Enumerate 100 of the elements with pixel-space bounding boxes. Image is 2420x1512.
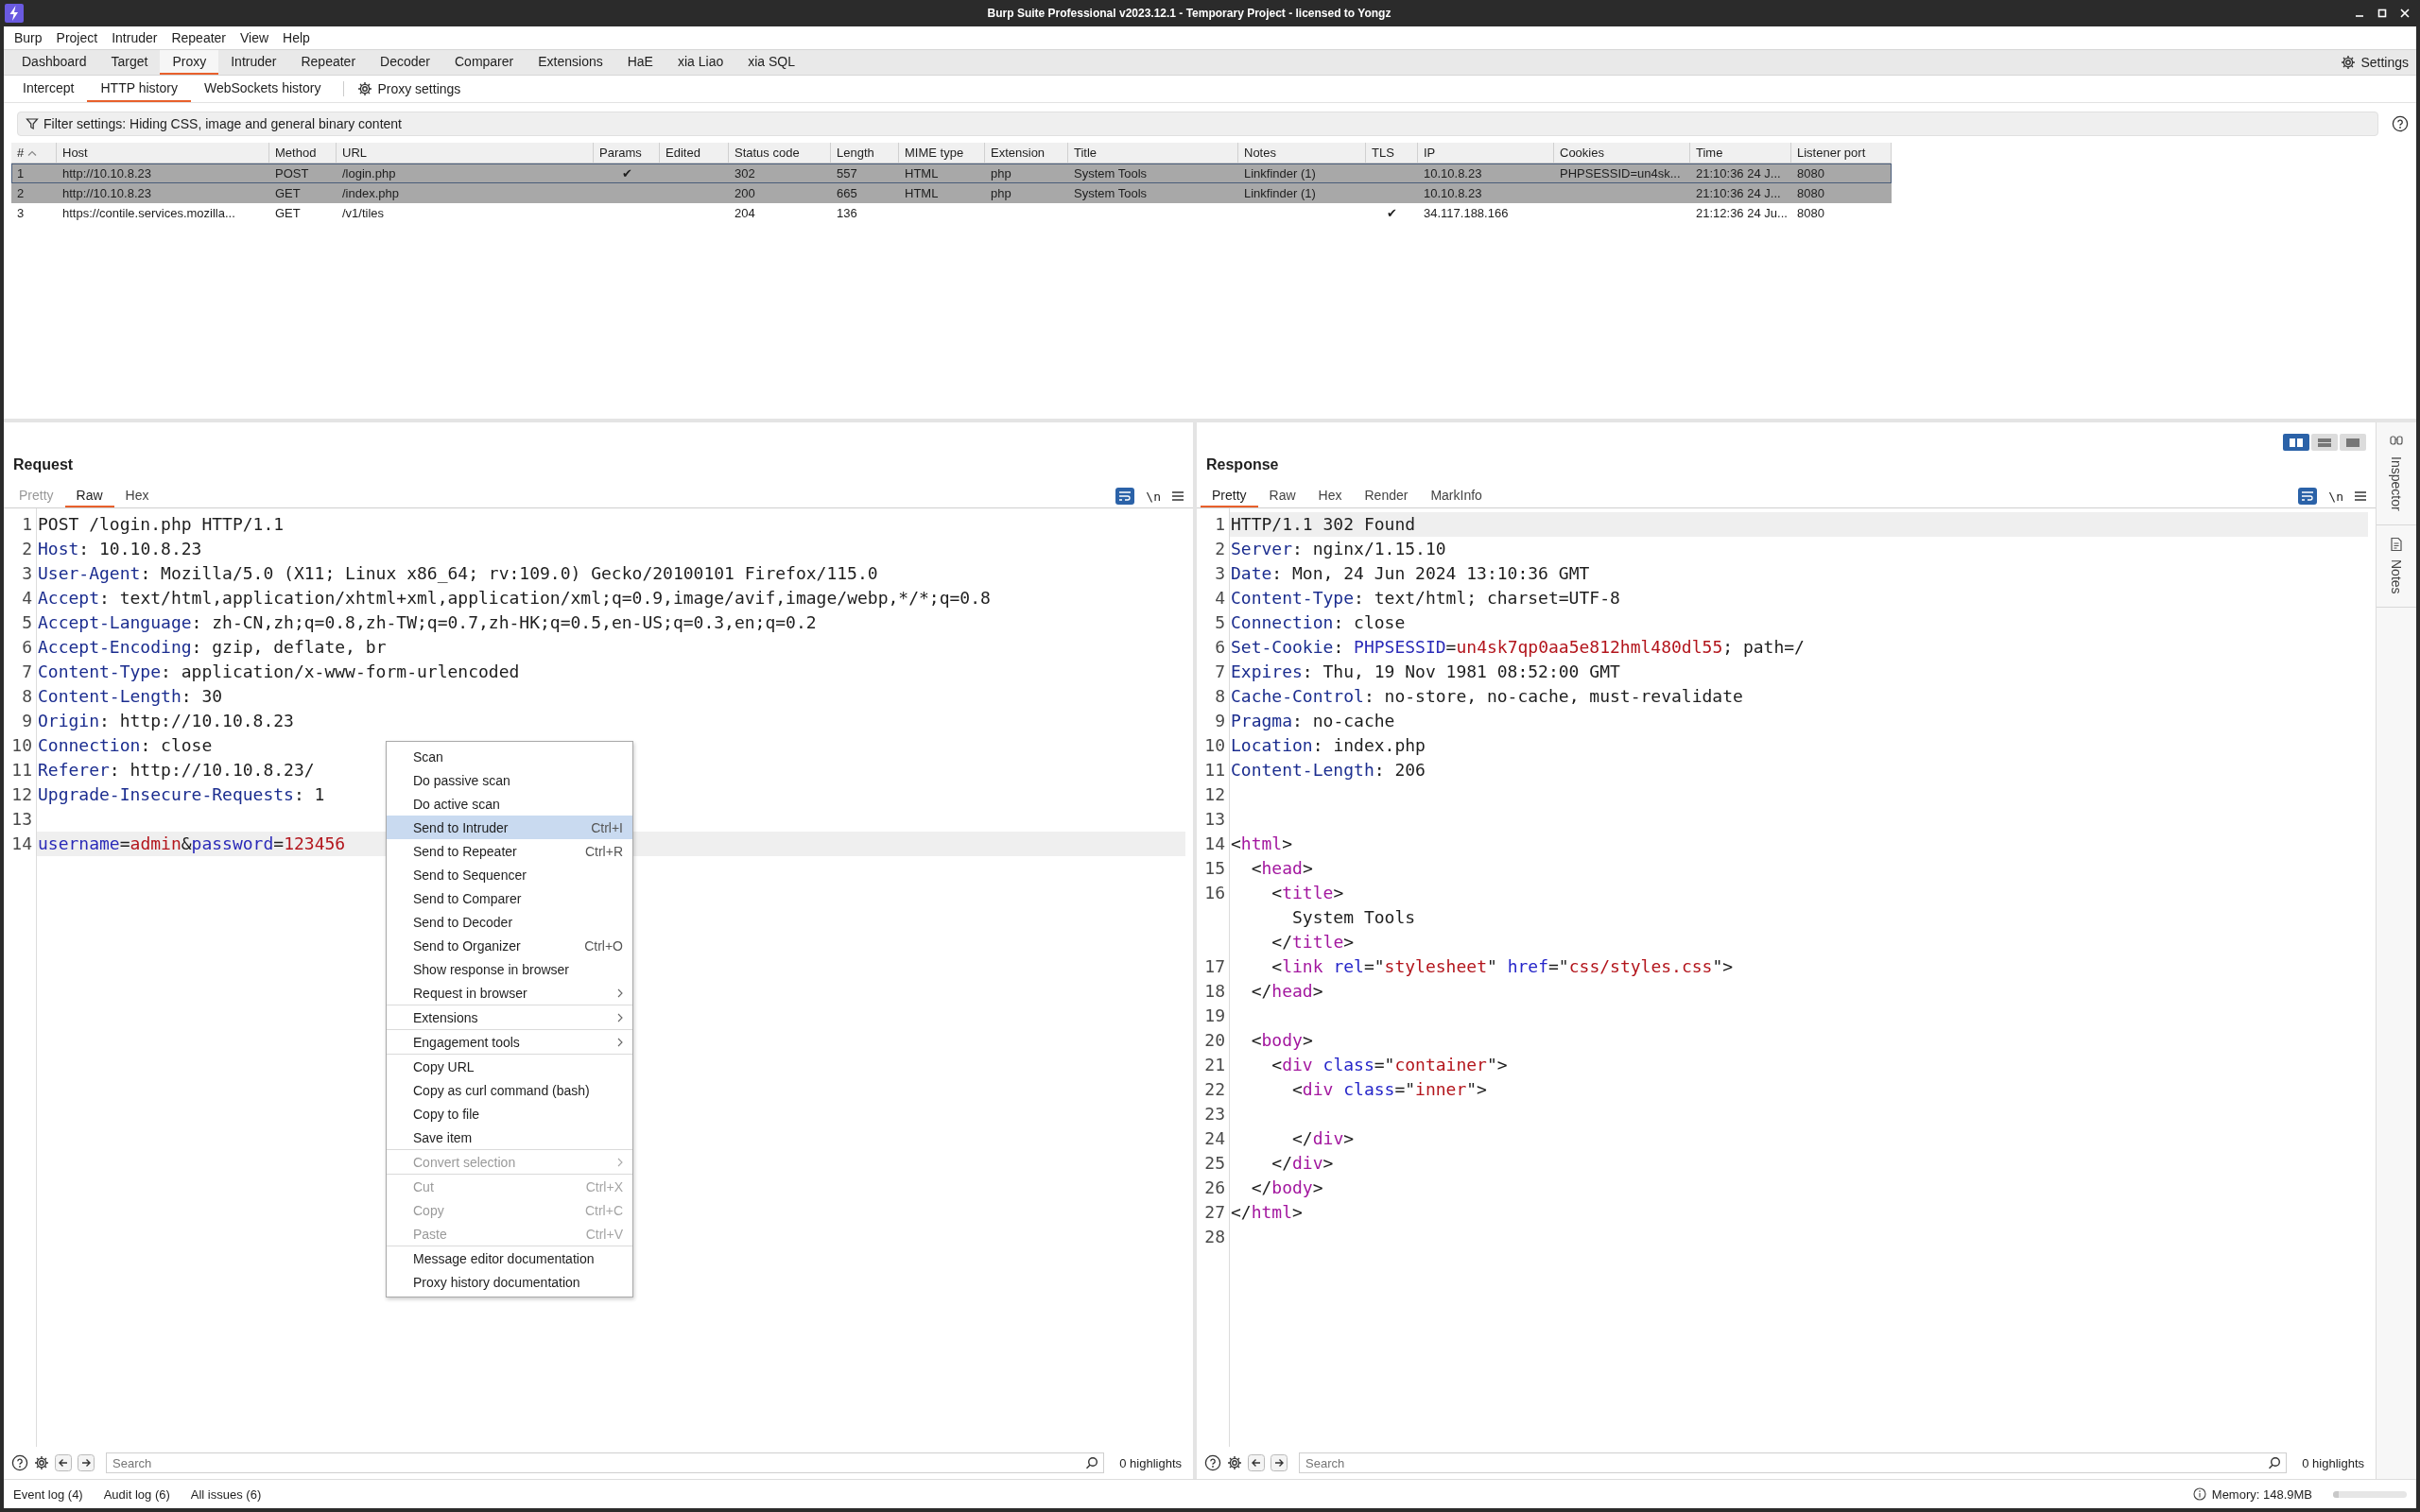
column-header[interactable]: MIME type xyxy=(905,146,964,160)
code-line: Content-Length: 206 xyxy=(1230,759,1426,782)
menu-item[interactable]: Send to Decoder xyxy=(387,910,632,934)
column-header[interactable]: URL xyxy=(342,146,367,160)
column-header[interactable]: Extension xyxy=(991,146,1046,160)
settings-icon[interactable] xyxy=(34,1455,49,1470)
column-header[interactable]: Time xyxy=(1696,146,1723,160)
menu-icon[interactable] xyxy=(2355,491,2366,501)
help-icon[interactable] xyxy=(1204,1454,1221,1471)
wrap-button[interactable] xyxy=(2298,488,2318,505)
table-row[interactable]: 2 http://10.10.8.23 GET /index.php 200 665 HTML php System Tools Linkfinder (1) 10.10.8.23 21:10:36 24 J... 8080 xyxy=(11,183,1892,203)
menu-item[interactable]: Engagement tools xyxy=(387,1030,632,1054)
tab[interactable]: Pretty xyxy=(1201,485,1258,507)
search-field[interactable]: Search xyxy=(106,1452,1105,1473)
tab[interactable]: xia SQL xyxy=(735,50,808,75)
menu-item[interactable]: Copy as curl command (bash) xyxy=(387,1078,632,1102)
status-tab[interactable]: All issues (6) xyxy=(190,1486,262,1502)
menu-item[interactable]: Help xyxy=(276,30,318,45)
menu-item[interactable]: Repeater xyxy=(164,30,233,45)
help-icon[interactable] xyxy=(2392,115,2409,132)
help-icon[interactable] xyxy=(11,1454,28,1471)
line-number: 7 xyxy=(21,661,33,683)
tab[interactable]: WebSockets history xyxy=(190,76,335,102)
search-icon[interactable] xyxy=(2268,1456,2282,1469)
tab[interactable]: HaE xyxy=(614,50,666,75)
line-number: 15 xyxy=(1203,857,1226,880)
menu-item[interactable]: Request in browser xyxy=(387,981,632,1005)
maximize-icon[interactable] xyxy=(2377,8,2388,19)
column-header[interactable]: Notes xyxy=(1244,146,1276,160)
tab[interactable]: Decoder xyxy=(368,50,442,75)
tab[interactable]: Hex xyxy=(1306,485,1354,507)
menu-item[interactable]: Copy to file xyxy=(387,1102,632,1125)
tab[interactable]: Hex xyxy=(113,485,161,507)
column-header[interactable]: Title xyxy=(1074,146,1098,160)
menu-item[interactable]: Scan xyxy=(387,745,632,768)
column-header[interactable]: Listener port xyxy=(1797,146,1866,160)
tab[interactable]: HTTP history xyxy=(87,76,191,102)
newline-toggle[interactable]: \n xyxy=(1146,489,1161,504)
side-panel-tab[interactable]: Inspector xyxy=(2389,456,2404,511)
menu-item[interactable]: Do active scan xyxy=(387,792,632,816)
column-header[interactable]: Host xyxy=(62,146,88,160)
column-header[interactable]: TLS xyxy=(1372,146,1394,160)
tab[interactable]: Render xyxy=(1353,485,1420,507)
search-icon[interactable] xyxy=(1085,1456,1099,1469)
proxy-settings-button[interactable]: Proxy settings xyxy=(354,76,465,102)
newline-toggle[interactable]: \n xyxy=(2328,489,2343,504)
column-header[interactable]: Edited xyxy=(666,146,700,160)
settings-icon[interactable] xyxy=(1227,1455,1242,1470)
menu-icon[interactable] xyxy=(1172,491,1184,501)
tab[interactable]: Raw xyxy=(1257,485,1307,507)
menu-item[interactable]: Extensions xyxy=(387,1005,632,1029)
menu-item[interactable]: Message editor documentation xyxy=(387,1246,632,1270)
status-tab[interactable]: Event log (4) xyxy=(13,1486,83,1502)
table-cell: 8080 xyxy=(1797,206,1824,220)
table-row[interactable]: 1 http://10.10.8.23 POST /login.php ✔ 302 557 HTML php System Tools Linkfinder (1) 10.10.8.23 PHPSESSID=un4sk... 21:10:36 24 J... 8080 xyxy=(11,163,1892,183)
menu-item[interactable]: Save item xyxy=(387,1125,632,1149)
close-icon[interactable] xyxy=(2399,8,2411,19)
layout-button[interactable] xyxy=(2283,434,2309,451)
status-tab[interactable]: Audit log (6) xyxy=(103,1486,170,1502)
column-header[interactable]: # xyxy=(17,146,25,160)
side-panel-tab[interactable]: Notes xyxy=(2389,558,2404,594)
column-header[interactable]: Params xyxy=(599,146,642,160)
tab[interactable]: Repeater xyxy=(288,50,369,75)
tab[interactable]: Intruder xyxy=(218,50,289,75)
document-icon[interactable] xyxy=(2389,536,2404,552)
filter-bar[interactable]: Filter settings: Hiding CSS, image and general binary content xyxy=(17,112,2378,136)
column-header[interactable]: Status code xyxy=(735,146,800,160)
tab[interactable]: Comparer xyxy=(442,50,527,75)
tab[interactable]: Target xyxy=(98,50,161,75)
tab[interactable]: Intercept xyxy=(9,76,88,102)
tab[interactable]: MarkInfo xyxy=(1419,485,1494,507)
tab[interactable]: xia Liao xyxy=(665,50,736,75)
menu-item[interactable]: Burp xyxy=(8,30,50,45)
menu-item[interactable]: Send to Intruder Ctrl+I xyxy=(387,816,632,839)
menu-item[interactable]: Send to Organizer Ctrl+O xyxy=(387,934,632,957)
wrap-button[interactable] xyxy=(1115,488,1135,505)
column-header[interactable]: IP xyxy=(1424,146,1436,160)
tab[interactable]: Dashboard xyxy=(9,50,99,75)
tab[interactable]: Proxy xyxy=(160,50,219,75)
search-field[interactable]: Search xyxy=(1299,1452,2288,1473)
column-header[interactable]: Method xyxy=(275,146,317,160)
menu-item[interactable]: View xyxy=(233,30,277,45)
settings-button[interactable]: Settings xyxy=(2333,50,2416,75)
menu-item[interactable]: Copy URL xyxy=(387,1055,632,1078)
column-header[interactable]: Length xyxy=(837,146,874,160)
menu-item[interactable]: Send to Comparer xyxy=(387,886,632,910)
column-header[interactable]: Cookies xyxy=(1560,146,1604,160)
menu-item[interactable]: Proxy history documentation xyxy=(387,1270,632,1294)
tab[interactable]: Raw xyxy=(64,485,114,507)
table-row[interactable]: 3 https://contile.services.mozilla... GET /v1/tiles 204 136 ✔ 34.117.188.166 21:12:36 24 Ju... 8080 xyxy=(11,203,1892,223)
menu-item[interactable]: Do passive scan xyxy=(387,768,632,792)
table-cell: 21:12:36 24 Ju... xyxy=(1696,206,1788,220)
tab[interactable]: Extensions xyxy=(526,50,615,75)
table-cell: Linkfinder (1) xyxy=(1244,166,1316,180)
menu-item[interactable]: Intruder xyxy=(105,30,165,45)
menu-item[interactable]: Send to Sequencer xyxy=(387,863,632,886)
layout-button[interactable] xyxy=(2340,434,2366,451)
menu-item[interactable]: Project xyxy=(49,30,106,45)
layout-button[interactable] xyxy=(2311,434,2338,451)
menu-item[interactable]: Show response in browser xyxy=(387,957,632,981)
